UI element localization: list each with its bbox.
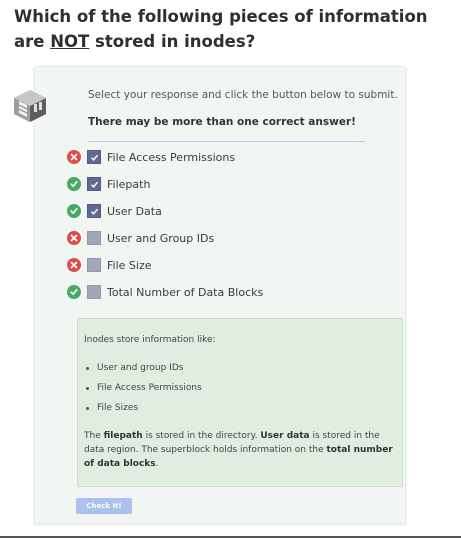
multiple-answers-note: There may be more than one correct answe… xyxy=(88,116,356,128)
divider xyxy=(88,141,365,142)
option-checkbox[interactable] xyxy=(87,177,101,191)
check-it-button[interactable]: Check It! xyxy=(76,498,132,514)
option-total-number-of-data-blocks[interactable]: Total Number of Data Blocks xyxy=(67,284,263,300)
question-text: Which of the following pieces of informa… xyxy=(14,4,454,54)
option-checkbox[interactable] xyxy=(87,150,101,164)
option-checkbox[interactable] xyxy=(87,285,101,299)
explanation-intro: Inodes store information like: xyxy=(84,335,216,345)
option-file-size[interactable]: File Size xyxy=(67,257,151,273)
list-item: User and group IDs xyxy=(84,358,202,378)
quiz-page: Which of the following pieces of informa… xyxy=(0,0,461,538)
list-item-text: File Sizes xyxy=(97,403,139,413)
x-icon xyxy=(67,258,81,272)
option-label: Total Number of Data Blocks xyxy=(107,285,264,299)
question-negation: NOT xyxy=(50,32,90,51)
option-filepath[interactable]: Filepath xyxy=(67,176,150,192)
explanation-box: Inodes store information like: User and … xyxy=(77,318,403,487)
explanation-text-part: is stored in the directory. xyxy=(142,431,261,441)
list-item-text: File Access Permissions xyxy=(97,383,202,393)
list-item: File Access Permissions xyxy=(84,378,202,398)
check-icon xyxy=(67,285,81,299)
option-checkbox[interactable] xyxy=(87,258,101,272)
option-user-and-group-ids[interactable]: User and Group IDs xyxy=(67,230,214,246)
option-label: User Data xyxy=(107,204,162,218)
bullet-icon xyxy=(86,366,89,370)
explanation-emphasis: filepath xyxy=(103,431,143,441)
checkmark-icon xyxy=(90,208,98,215)
explanation-list: User and group IDs File Access Permissio… xyxy=(84,358,202,418)
check-icon xyxy=(67,204,81,218)
option-checkbox[interactable] xyxy=(87,231,101,245)
list-item: File Sizes xyxy=(84,398,202,418)
option-label: File Access Permissions xyxy=(107,150,236,164)
checkmark-icon xyxy=(90,154,98,161)
bullet-icon xyxy=(86,406,89,410)
checkmark-icon xyxy=(90,181,98,188)
instructions-text: Select your response and click the butto… xyxy=(88,89,398,101)
explanation-emphasis: User data xyxy=(260,431,310,441)
option-label: User and Group IDs xyxy=(107,231,215,245)
question-suffix: stored in inodes? xyxy=(89,32,256,51)
explanation-text: The filepath is stored in the directory.… xyxy=(84,429,394,471)
bullet-icon xyxy=(86,386,89,390)
list-item-text: User and group IDs xyxy=(97,363,184,373)
server-rack-icon xyxy=(12,84,48,124)
x-icon xyxy=(67,150,81,164)
option-user-data[interactable]: User Data xyxy=(67,203,162,219)
option-label: Filepath xyxy=(107,177,151,191)
explanation-text-part: . xyxy=(155,459,159,469)
check-icon xyxy=(67,177,81,191)
option-label: File Size xyxy=(107,258,152,272)
x-icon xyxy=(67,231,81,245)
explanation-text-part: The xyxy=(84,431,104,441)
option-file-access-permissions[interactable]: File Access Permissions xyxy=(67,149,235,165)
option-checkbox[interactable] xyxy=(87,204,101,218)
